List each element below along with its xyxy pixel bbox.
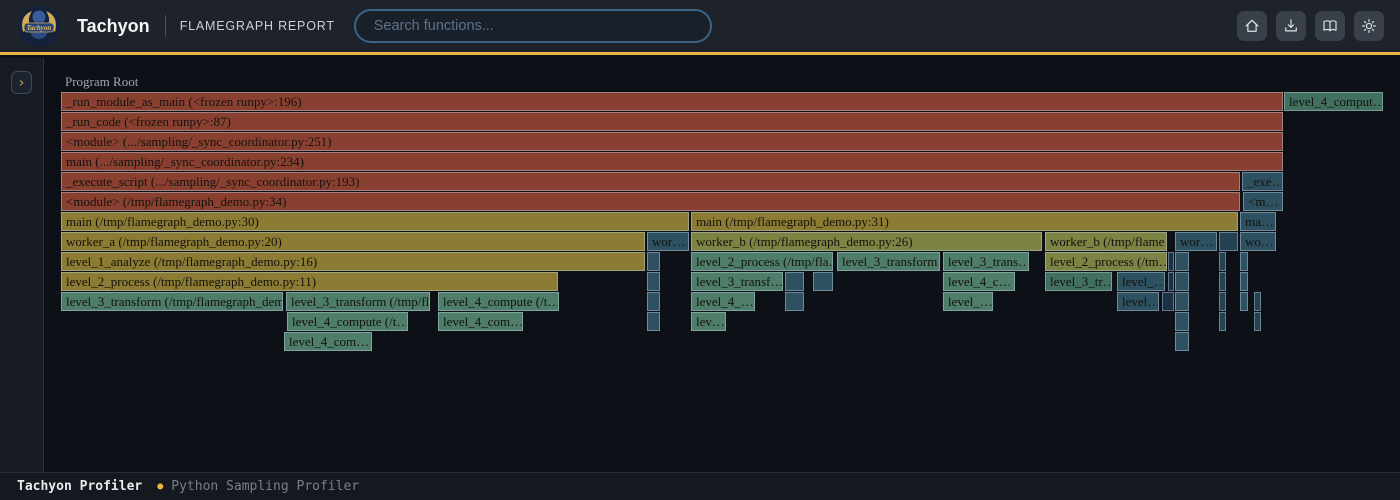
flame-block[interactable] bbox=[1175, 332, 1189, 351]
flame-block[interactable]: wor… bbox=[1175, 232, 1217, 251]
flame-block[interactable] bbox=[1168, 272, 1174, 291]
flame-block[interactable] bbox=[1175, 272, 1189, 291]
flame-block[interactable] bbox=[1219, 232, 1238, 251]
home-icon bbox=[1243, 17, 1261, 35]
status-dot-icon: ● bbox=[157, 481, 163, 492]
docs-button[interactable] bbox=[1315, 11, 1345, 41]
flame-block[interactable] bbox=[1254, 312, 1261, 331]
flame-block[interactable]: wo… bbox=[1240, 232, 1276, 251]
theme-button[interactable] bbox=[1354, 11, 1384, 41]
app-header: Tachyon Tachyon FLAMEGRAPH REPORT bbox=[0, 0, 1400, 55]
sidebar: › bbox=[0, 58, 44, 472]
flame-block[interactable]: level_4_com… bbox=[438, 312, 523, 331]
flame-block[interactable]: level_2_process (/tmp/flamegraph_demo.py… bbox=[61, 272, 558, 291]
flame-block[interactable] bbox=[647, 312, 660, 331]
download-icon bbox=[1282, 17, 1300, 35]
footer-subtitle: Python Sampling Profiler bbox=[171, 479, 359, 494]
flame-block[interactable] bbox=[647, 272, 660, 291]
flame-block[interactable]: level_4_compute (/t… bbox=[438, 292, 559, 311]
flame-block[interactable]: worker_b (/tmp/flamegraph_demo.py:26) bbox=[691, 232, 1042, 251]
flame-block[interactable]: level_… bbox=[1117, 272, 1165, 291]
flame-block[interactable]: wor… bbox=[647, 232, 689, 251]
flame-block[interactable] bbox=[1254, 292, 1261, 311]
flame-block[interactable]: ma… bbox=[1240, 212, 1276, 231]
flame-block[interactable]: main (/tmp/flamegraph_demo.py:31) bbox=[691, 212, 1238, 231]
flame-block[interactable]: _run_module_as_main (<frozen runpy>:196) bbox=[61, 92, 1283, 111]
home-button[interactable] bbox=[1237, 11, 1267, 41]
flame-block[interactable]: level_4_… bbox=[691, 292, 755, 311]
book-icon bbox=[1321, 17, 1339, 35]
flame-block[interactable] bbox=[1240, 272, 1248, 291]
flame-root-row: Program Root bbox=[61, 72, 1383, 91]
flame-block[interactable] bbox=[1162, 292, 1174, 311]
flame-block[interactable] bbox=[785, 292, 804, 311]
flame-block[interactable] bbox=[1168, 252, 1174, 271]
flame-block[interactable]: <module> (/tmp/flamegraph_demo.py:34) bbox=[61, 192, 1240, 211]
flame-block[interactable]: level_4_c… bbox=[943, 272, 1015, 291]
flame-block[interactable]: level_3_transform… bbox=[837, 252, 940, 271]
flame-block[interactable]: level_4_compute (/t… bbox=[287, 312, 408, 331]
flame-block[interactable]: level_3_tr… bbox=[1045, 272, 1112, 291]
svg-text:Tachyon: Tachyon bbox=[27, 24, 52, 32]
flame-block[interactable] bbox=[1219, 312, 1226, 331]
flame-block[interactable]: level_3_trans… bbox=[943, 252, 1029, 271]
flame-block[interactable]: _execute_script (.../sampling/_sync_coor… bbox=[61, 172, 1240, 191]
download-button[interactable] bbox=[1276, 11, 1306, 41]
flame-block[interactable]: level_1_analyze (/tmp/flamegraph_demo.py… bbox=[61, 252, 645, 271]
sun-icon bbox=[1360, 17, 1378, 35]
flame-block[interactable]: level_3_transform (/tmp/flamegraph_dem… bbox=[61, 292, 283, 311]
flame-block[interactable]: _run_code (<frozen runpy>:87) bbox=[61, 112, 1283, 131]
flame-block[interactable] bbox=[813, 272, 833, 291]
flame-block[interactable] bbox=[647, 292, 660, 311]
report-type-label: FLAMEGRAPH REPORT bbox=[180, 19, 335, 33]
flame-block[interactable] bbox=[785, 272, 804, 291]
flame-block[interactable]: level_2_process (/tm… bbox=[1045, 252, 1167, 271]
flame-block[interactable]: level_2_process (/tmp/fla… bbox=[691, 252, 833, 271]
flame-block[interactable]: lev… bbox=[691, 312, 726, 331]
flame-block[interactable] bbox=[1219, 292, 1226, 311]
flame-block[interactable] bbox=[1175, 312, 1189, 331]
flame-block[interactable] bbox=[1240, 252, 1248, 271]
flame-block[interactable] bbox=[1219, 272, 1226, 291]
status-bar: Tachyon Profiler ● Python Sampling Profi… bbox=[0, 472, 1400, 500]
flame-block[interactable]: level_3_transform (/tmp/fl… bbox=[286, 292, 430, 311]
flame-block[interactable]: worker_a (/tmp/flamegraph_demo.py:20) bbox=[61, 232, 645, 251]
flame-block[interactable]: level_… bbox=[943, 292, 993, 311]
flame-block[interactable]: main (.../sampling/_sync_coordinator.py:… bbox=[61, 152, 1283, 171]
flame-block[interactable]: <module> (.../sampling/_sync_coordinator… bbox=[61, 132, 1283, 151]
flame-block[interactable]: _exe… bbox=[1242, 172, 1283, 191]
flame-block[interactable] bbox=[1240, 292, 1248, 311]
flame-block[interactable]: level_4_comput… bbox=[1284, 92, 1383, 111]
search-input[interactable] bbox=[354, 9, 712, 43]
header-divider bbox=[165, 15, 166, 37]
flamegraph: Program Root_run_module_as_main (<frozen… bbox=[45, 58, 1400, 472]
flame-block[interactable] bbox=[1175, 292, 1189, 311]
flame-block[interactable] bbox=[1175, 252, 1189, 271]
sidebar-expand-button[interactable]: › bbox=[11, 71, 32, 94]
flame-block[interactable] bbox=[647, 252, 660, 271]
flame-block[interactable]: main (/tmp/flamegraph_demo.py:30) bbox=[61, 212, 689, 231]
flame-block[interactable]: level_3_transf… bbox=[691, 272, 783, 291]
header-actions bbox=[1237, 11, 1384, 41]
flame-block[interactable]: level_4_com… bbox=[284, 332, 372, 351]
footer-app-name: Tachyon Profiler bbox=[17, 479, 142, 494]
flame-block[interactable]: worker_b (/tmp/flame… bbox=[1045, 232, 1167, 251]
flame-block[interactable]: level… bbox=[1117, 292, 1159, 311]
app-title: Tachyon bbox=[77, 16, 150, 37]
tachyon-logo-icon: Tachyon bbox=[17, 4, 61, 48]
flame-block[interactable] bbox=[1219, 252, 1226, 271]
flame-block[interactable]: <m… bbox=[1243, 192, 1283, 211]
